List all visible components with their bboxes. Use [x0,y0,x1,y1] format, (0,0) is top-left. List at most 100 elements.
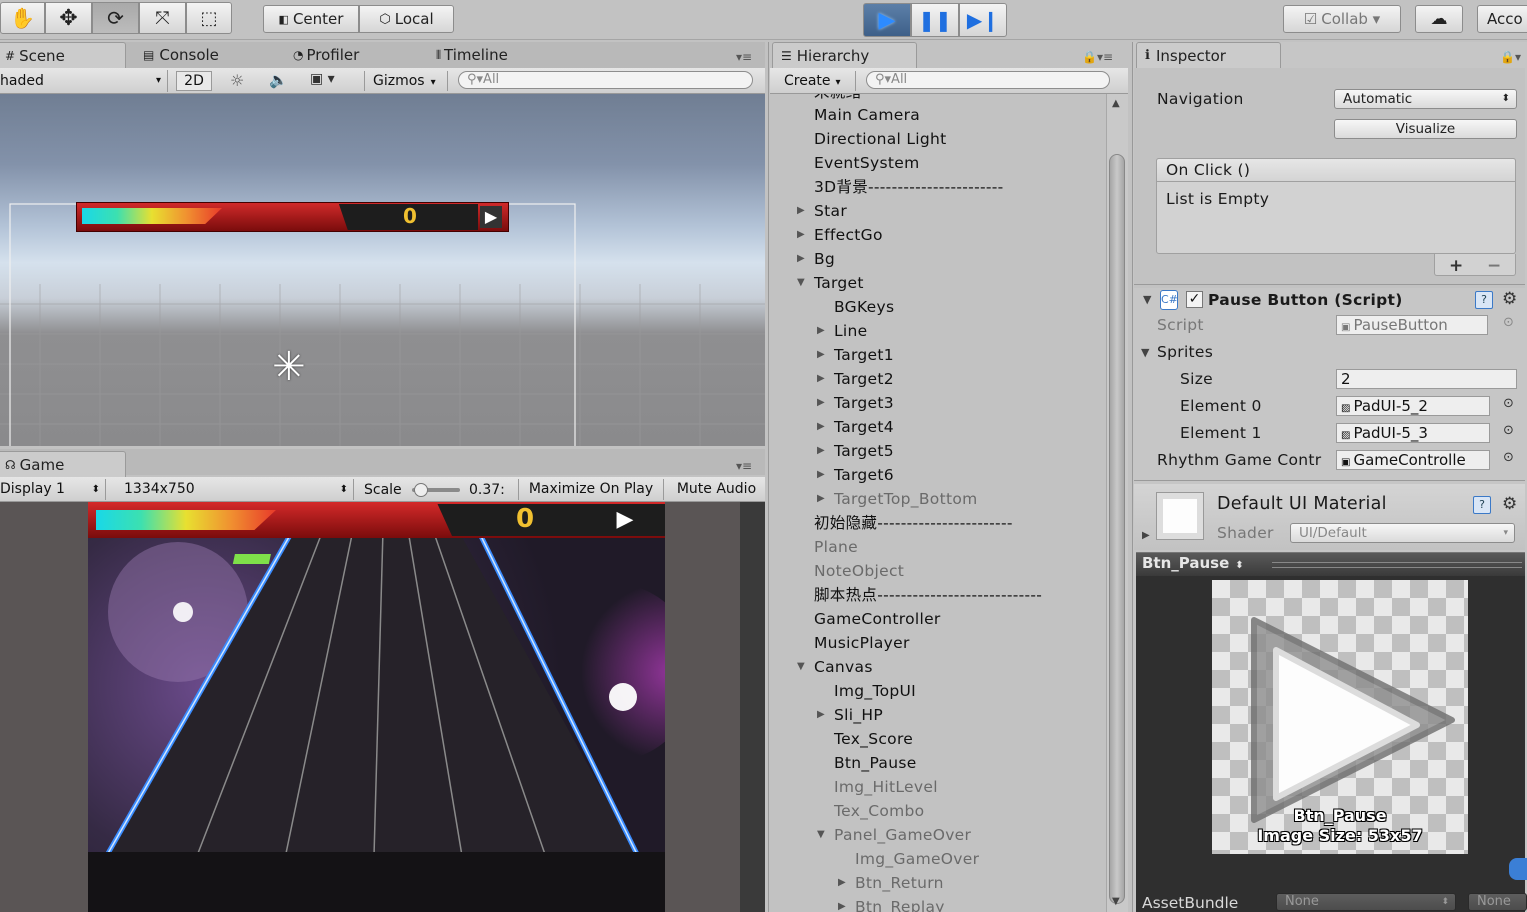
component-enabled-checkbox[interactable]: ✓ [1186,291,1203,308]
hierarchy-item[interactable]: Img_GameOver [855,847,979,871]
rotate-tool-icon[interactable]: ⟳ [92,2,139,34]
hierarchy-lock-icon[interactable]: 🔒▾≡ [1082,50,1113,64]
pivot-local-button[interactable]: ⬡ Local [359,5,454,33]
tab-timeline[interactable]: ⫴ Timeline [428,42,568,68]
hierarchy-item[interactable]: Target2 [834,367,894,391]
foldout-collapsed-arrow-icon[interactable]: ▶ [817,469,825,480]
hierarchy-item[interactable]: Target5 [834,439,894,463]
inspector-lock-icon[interactable]: 🔒▾ [1500,50,1521,64]
assetbundle-variant-dropdown[interactable]: None [1468,893,1527,911]
hierarchy-item[interactable]: Line [834,319,868,343]
hierarchy-item[interactable]: Target6 [834,463,894,487]
resolution-dropdown[interactable]: 1334x750 ⬍ [116,479,354,500]
scene-viewport[interactable]: 0 ▶ ✳ [0,94,765,446]
maximize-on-play-toggle[interactable]: Maximize On Play [518,479,664,500]
mute-audio-toggle[interactable]: Mute Audio [668,479,765,500]
hierarchy-item[interactable]: EventSystem [814,151,920,175]
foldout-collapsed-arrow-icon[interactable]: ▶ [797,229,805,240]
step-button[interactable]: ▶❙ [959,3,1007,37]
foldout-collapsed-arrow-icon[interactable]: ▶ [797,253,805,264]
visualize-button[interactable]: Visualize [1334,119,1517,139]
pause-button[interactable]: ❚❚ [911,3,959,37]
rhythm-picker-icon[interactable]: ⊙ [1503,450,1514,465]
hierarchy-item[interactable]: Plane [814,535,858,559]
size-input[interactable]: 2 [1336,369,1517,389]
hierarchy-item[interactable]: Directional Light [814,127,947,151]
hierarchy-item[interactable]: 3D背景----------------------- [814,175,1004,199]
hierarchy-scroll-thumb[interactable] [1109,154,1125,904]
hierarchy-item[interactable]: Tex_Score [834,727,913,751]
audio-toggle-icon[interactable]: 🔈 [269,71,291,89]
tab-game[interactable]: ☊ Game [0,451,126,477]
hierarchy-item[interactable]: TargetTop_Bottom [834,487,978,511]
hierarchy-search-input[interactable]: ⚲▾All [866,71,1110,89]
scale-tool-icon[interactable]: ⤧ [139,2,186,34]
hierarchy-item[interactable]: MusicPlayer [814,631,910,655]
account-button[interactable]: Acco [1477,5,1527,33]
effects-toggle-icon[interactable]: ▣ ▾ [310,71,335,87]
foldout-collapsed-arrow-icon[interactable]: ▶ [817,397,825,408]
directional-light-gizmo-icon[interactable]: ✳ [272,344,306,390]
preview-drag-lines[interactable] [1272,562,1522,568]
lighting-toggle-icon[interactable]: ☼ [230,71,252,90]
game-viewport[interactable]: 0 ▶ [0,502,765,912]
foldout-collapsed-arrow-icon[interactable]: ▶ [817,709,825,720]
tab-hierarchy[interactable]: ☰ Hierarchy [772,42,917,68]
component-help-icon[interactable]: ? [1475,291,1493,309]
assetbundle-dropdown[interactable]: None ⬍ [1276,893,1456,911]
scale-slider-thumb[interactable] [414,483,428,497]
mode-2d-button[interactable]: 2D [176,71,212,91]
element1-picker-icon[interactable]: ⊙ [1503,423,1514,438]
hierarchy-item[interactable]: Star [814,199,847,223]
hierarchy-item[interactable]: Tex_Combo [834,799,924,823]
foldout-collapsed-arrow-icon[interactable]: ▶ [817,325,825,336]
foldout-collapsed-arrow-icon[interactable]: ▶ [838,901,846,912]
cloud-button[interactable]: ☁ [1415,5,1463,33]
collab-button[interactable]: ☑ Collab ▾ [1283,5,1401,33]
rhythm-controller-field[interactable]: ▣ GameControlle [1336,450,1490,470]
element0-picker-icon[interactable]: ⊙ [1503,396,1514,411]
component-foldout-arrow-icon[interactable]: ▼ [1143,293,1151,306]
scene-search-input[interactable]: ⚲▾All [458,71,753,89]
element1-field[interactable]: ▨ PadUI-5_3 [1336,423,1490,443]
hierarchy-item[interactable]: BGKeys [834,295,894,319]
remove-event-minus-icon[interactable]: − [1487,256,1501,276]
tab-profiler[interactable]: ◔ Profiler [285,42,425,68]
foldout-expanded-arrow-icon[interactable]: ▼ [797,661,805,672]
hierarchy-item[interactable]: Btn_Return [855,871,944,895]
add-event-plus-icon[interactable]: + [1449,256,1463,276]
create-dropdown[interactable]: Create ▾ [776,71,856,91]
shading-dropdown[interactable]: haded ▾ [0,70,168,92]
foldout-collapsed-arrow-icon[interactable]: ▶ [817,421,825,432]
pivot-center-button[interactable]: ◧ Center [263,5,359,33]
hierarchy-item[interactable]: Panel_GameOver [834,823,971,847]
material-settings-gear-icon[interactable]: ⚙ [1502,494,1517,514]
hierarchy-scrollbar[interactable]: ▲ ▼ [1106,94,1128,912]
sprites-foldout-arrow-icon[interactable]: ▼ [1141,346,1149,359]
hierarchy-item[interactable]: Img_TopUI [834,679,916,703]
scene-panel-menu-icon[interactable]: ▾≡ [736,50,752,64]
hierarchy-item[interactable]: GameController [814,607,941,631]
hierarchy-item[interactable]: Target [814,271,864,295]
scroll-down-arrow-icon[interactable]: ▼ [1112,896,1120,907]
foldout-expanded-arrow-icon[interactable]: ▼ [817,829,825,840]
hierarchy-item[interactable]: Target3 [834,391,894,415]
hierarchy-item[interactable]: Target1 [834,343,894,367]
hierarchy-item[interactable]: Img_HitLevel [834,775,938,799]
foldout-collapsed-arrow-icon[interactable]: ▶ [797,205,805,216]
gizmos-dropdown[interactable]: Gizmos ▾ [364,71,448,91]
material-help-icon[interactable]: ? [1473,496,1491,514]
hierarchy-item[interactable]: Bg [814,247,835,271]
foldout-collapsed-arrow-icon[interactable]: ▶ [817,445,825,456]
scroll-up-arrow-icon[interactable]: ▲ [1112,98,1120,109]
display-dropdown[interactable]: Display 1 ⬍ [0,479,106,500]
shader-dropdown[interactable]: UI/Default ▾ [1290,523,1515,543]
tab-inspector[interactable]: ℹ Inspector [1136,42,1281,68]
material-foldout-arrow-icon[interactable]: ▶ [1142,530,1150,541]
hierarchy-item[interactable]: Canvas [814,655,873,679]
foldout-collapsed-arrow-icon[interactable]: ▶ [817,373,825,384]
rect-tool-icon[interactable]: ⬚ [186,2,232,34]
element0-field[interactable]: ▨ PadUI-5_2 [1336,396,1490,416]
hand-tool-icon[interactable]: ✋ [0,2,45,34]
component-settings-gear-icon[interactable]: ⚙ [1502,289,1517,309]
